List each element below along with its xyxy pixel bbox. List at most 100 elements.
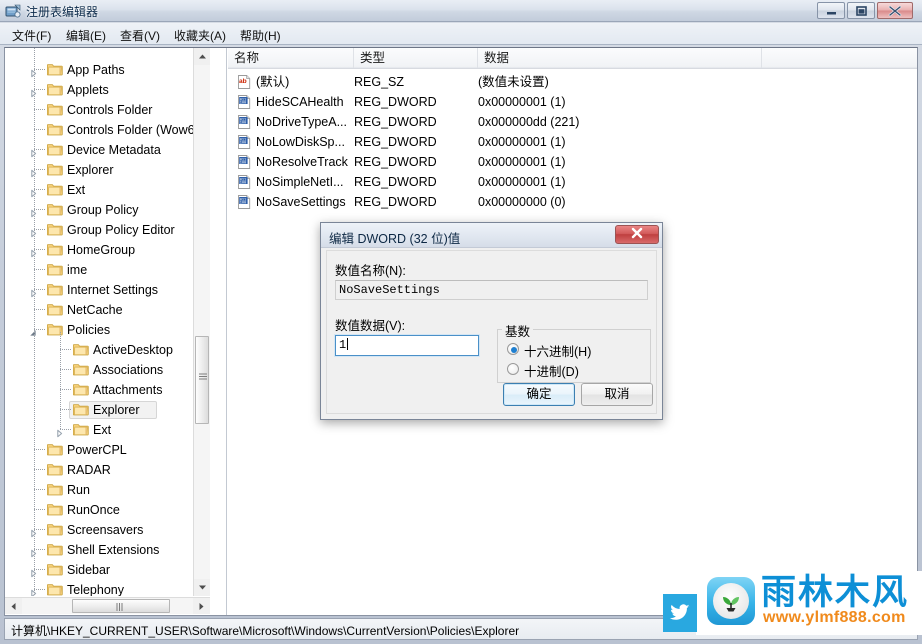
tree-item-applets[interactable]: Applets xyxy=(5,80,210,100)
tree-item-label: ime xyxy=(67,263,88,277)
tree-item-runonce[interactable]: RunOnce xyxy=(5,500,210,520)
registry-tree-pane[interactable]: App Paths Applets Controls Folder Controls … xyxy=(5,48,227,615)
tree-item-policies[interactable]: Policies xyxy=(5,320,210,340)
tree-item-label: Explorer xyxy=(93,403,140,417)
folder-icon xyxy=(46,542,63,556)
tree-item-ext[interactable]: Ext xyxy=(5,420,210,440)
tree-item-activedesktop[interactable]: ActiveDesktop xyxy=(5,340,210,360)
tree-item-explorer[interactable]: Explorer xyxy=(5,400,210,420)
column-header-type[interactable]: 类型 xyxy=(354,48,478,68)
folder-icon xyxy=(46,502,63,516)
value-type: REG_DWORD xyxy=(354,175,437,189)
tree-item-label: Telephony xyxy=(67,583,124,596)
value-data: 0x000000dd (221) xyxy=(478,115,580,129)
tree-item-ext[interactable]: Ext xyxy=(5,180,210,200)
menu-view[interactable]: 查看(V) xyxy=(116,26,164,43)
tree-item-app-paths[interactable]: App Paths xyxy=(5,60,210,80)
folder-icon xyxy=(46,102,63,116)
value-data-input[interactable]: 1 xyxy=(334,334,480,357)
tree-connector-line xyxy=(60,429,71,430)
value-row[interactable]: 011 100 NoResolveTrack REG_DWORD 0x00000001 … xyxy=(228,152,917,172)
tree-item-homegroup[interactable]: HomeGroup xyxy=(5,240,210,260)
tree-connector-line xyxy=(34,229,45,230)
tree-scroll-thumb-horizontal[interactable] xyxy=(72,599,170,613)
value-row[interactable]: 011 100 NoSimpleNetI... REG_DWORD 0x00000001… xyxy=(228,172,917,192)
tree-connector-line xyxy=(34,589,45,590)
watermark-url: www.ylmf888.com xyxy=(763,609,906,626)
value-name: NoDriveTypeA... xyxy=(256,115,348,129)
tree-item-explorer[interactable]: Explorer xyxy=(5,160,210,180)
tree-item-label: HomeGroup xyxy=(67,243,136,257)
folder-icon xyxy=(46,62,63,76)
maximize-icon xyxy=(848,3,874,23)
radio-button-icon xyxy=(507,363,519,375)
menu-help[interactable]: 帮助(H) xyxy=(236,26,285,43)
tree-item-label: Device Metadata xyxy=(67,143,161,157)
minimize-button[interactable] xyxy=(817,2,845,19)
radio-selected-dot xyxy=(511,347,517,353)
chevron-right-icon xyxy=(199,602,204,610)
column-header-name[interactable]: 名称 xyxy=(228,48,354,68)
tree-item-label: RunOnce xyxy=(67,503,120,517)
tree-item-run[interactable]: Run xyxy=(5,480,210,500)
tree-scroll-thumb[interactable] xyxy=(195,336,209,424)
tree-connector-line xyxy=(34,48,35,596)
tree-scroll-right-button[interactable] xyxy=(193,598,210,614)
tree-connector-line xyxy=(34,509,45,510)
value-name-field[interactable]: NoSaveSettings xyxy=(335,280,648,300)
svg-text:100: 100 xyxy=(240,142,246,146)
value-row[interactable]: 011 100 NoSaveSettings REG_DWORD 0x00000000 … xyxy=(228,192,917,212)
tree-item-internet-settings[interactable]: Internet Settings xyxy=(5,280,210,300)
tree-connector-line xyxy=(34,309,45,310)
tree-item-label: Controls Folder (Wow64) xyxy=(67,123,206,137)
menu-edit[interactable]: 编辑(E) xyxy=(62,26,110,43)
edit-dword-dialog[interactable]: 编辑 DWORD (32 位)值 数值名称(N): NoSaveSettings… xyxy=(320,222,663,420)
value-row[interactable]: 011 100 HideSCAHealth REG_DWORD 0x00000001 (… xyxy=(228,92,917,112)
value-row[interactable]: 011 100 NoLowDiskSp... REG_DWORD 0x00000001 … xyxy=(228,132,917,152)
tree-item-sidebar[interactable]: Sidebar xyxy=(5,560,210,580)
tree-item-powercpl[interactable]: PowerCPL xyxy=(5,440,210,460)
window-title: 注册表编辑器 xyxy=(26,5,99,19)
folder-icon xyxy=(46,142,63,156)
tree-item-screensavers[interactable]: Screensavers xyxy=(5,520,210,540)
tree-connector-line xyxy=(34,109,45,110)
folder-icon xyxy=(46,442,63,456)
tree-item-netcache[interactable]: NetCache xyxy=(5,300,210,320)
tree-scroll-down-button[interactable] xyxy=(194,579,210,596)
tree-connector-line xyxy=(34,549,45,550)
value-row[interactable]: 011 100 NoDriveTypeA... REG_DWORD 0x000000dd… xyxy=(228,112,917,132)
tree-item-associations[interactable]: Associations xyxy=(5,360,210,380)
base-group-label: 基数 xyxy=(502,321,534,340)
dialog-ok-button[interactable]: 确定 xyxy=(503,383,575,406)
value-name: NoLowDiskSp... xyxy=(256,135,345,149)
svg-text:100: 100 xyxy=(240,202,246,206)
tree-item-group-policy[interactable]: Group Policy xyxy=(5,200,210,220)
title-bar: 注册表编辑器 xyxy=(0,0,922,22)
registry-tree[interactable]: App Paths Applets Controls Folder Controls … xyxy=(5,48,210,596)
menu-file[interactable]: 文件(F) xyxy=(8,26,55,43)
tree-item-controls-folder-wow64[interactable]: Controls Folder (Wow64) xyxy=(5,120,210,140)
dialog-close-button[interactable] xyxy=(615,225,659,244)
tree-item-ime[interactable]: ime xyxy=(5,260,210,280)
tree-item-group-policy-editor[interactable]: Group Policy Editor xyxy=(5,220,210,240)
tree-scroll-left-button[interactable] xyxy=(5,598,22,614)
tree-item-radar[interactable]: RADAR xyxy=(5,460,210,480)
dialog-body: 数值名称(N): NoSaveSettings 数值数据(V): 1 基数 十六… xyxy=(326,250,657,414)
tree-scroll-up-button[interactable] xyxy=(194,48,210,65)
menu-favorites[interactable]: 收藏夹(A) xyxy=(170,26,230,43)
maximize-button[interactable] xyxy=(847,2,875,19)
tree-item-controls-folder[interactable]: Controls Folder xyxy=(5,100,210,120)
close-button[interactable] xyxy=(877,2,913,19)
close-icon xyxy=(878,3,912,23)
tree-item-shell-extensions[interactable]: Shell Extensions xyxy=(5,540,210,560)
tree-item-attachments[interactable]: Attachments xyxy=(5,380,210,400)
tree-connector-line xyxy=(34,529,45,530)
tree-vertical-scrollbar[interactable] xyxy=(193,48,210,596)
tree-item-device-metadata[interactable]: Device Metadata xyxy=(5,140,210,160)
dialog-cancel-button[interactable]: 取消 xyxy=(581,383,653,406)
tree-item-telephony[interactable]: Telephony xyxy=(5,580,210,596)
column-header-data[interactable]: 数据 xyxy=(478,48,762,68)
folder-icon xyxy=(46,302,63,316)
tree-horizontal-scrollbar[interactable] xyxy=(5,597,210,614)
value-row[interactable]: ab (默认) REG_SZ (数值未设置) xyxy=(228,72,917,92)
